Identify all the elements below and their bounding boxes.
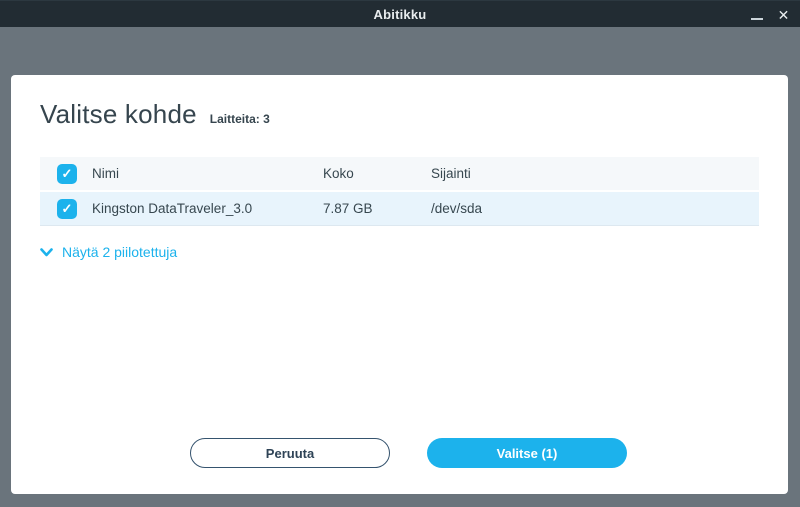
window-controls: ✕: [750, 1, 791, 28]
device-location: /dev/sda: [431, 201, 759, 216]
column-header-location: Sijainti: [431, 166, 759, 181]
device-size: 7.87 GB: [323, 201, 431, 216]
chevron-down-icon: [40, 248, 53, 257]
device-name: Kingston DataTraveler_3.0: [92, 201, 323, 216]
row-checkbox-cell: ✓: [40, 199, 92, 219]
show-hidden-devices-label: Näytä 2 piilotettuja: [62, 244, 177, 260]
confirm-button[interactable]: Valitse (1): [427, 438, 627, 468]
close-icon: ✕: [778, 8, 790, 22]
device-table: ✓ Nimi Koko Sijainti ✓ Kingston DataTrav…: [40, 157, 759, 226]
table-header-row: ✓ Nimi Koko Sijainti: [40, 157, 759, 190]
show-hidden-devices-link[interactable]: Näytä 2 piilotettuja: [40, 244, 177, 260]
heading-row: Valitse kohde Laitteita: 3: [40, 99, 759, 130]
titlebar: Abitikku ✕: [0, 0, 800, 27]
window-title: Abitikku: [374, 7, 427, 22]
device-selection-dialog: Valitse kohde Laitteita: 3 ✓ Nimi Koko S…: [11, 75, 788, 494]
page-title: Valitse kohde: [40, 99, 197, 130]
cancel-button[interactable]: Peruuta: [190, 438, 390, 468]
column-header-size: Koko: [323, 166, 431, 181]
device-count-label: Laitteita: 3: [210, 112, 270, 126]
minimize-button[interactable]: [750, 1, 763, 28]
close-button[interactable]: ✕: [776, 1, 791, 28]
table-row[interactable]: ✓ Kingston DataTraveler_3.0 7.87 GB /dev…: [40, 192, 759, 226]
header-checkbox-cell: ✓: [40, 164, 92, 184]
row-checkbox[interactable]: ✓: [57, 199, 77, 219]
check-icon: ✓: [62, 201, 73, 217]
minimize-icon: [751, 18, 763, 20]
column-header-name: Nimi: [92, 166, 323, 181]
select-all-checkbox[interactable]: ✓: [57, 164, 77, 184]
check-icon: ✓: [62, 166, 73, 182]
